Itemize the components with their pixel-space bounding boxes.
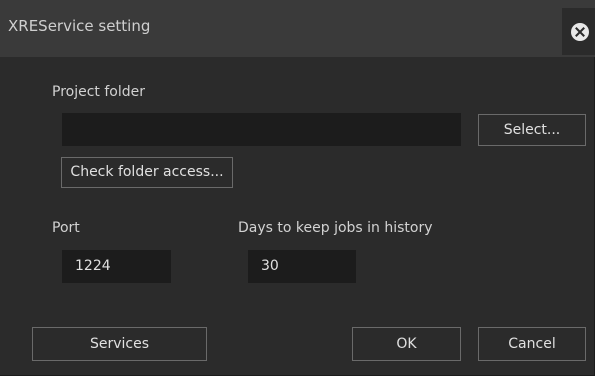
close-button[interactable]	[562, 8, 595, 55]
project-folder-input[interactable]	[62, 113, 461, 146]
close-circle-icon	[571, 23, 589, 41]
port-input[interactable]: 1224	[62, 250, 171, 283]
port-label: Port	[52, 220, 80, 236]
settings-dialog: XREService setting Project folder Select…	[0, 0, 595, 376]
select-folder-button[interactable]: Select...	[478, 114, 586, 146]
window-title: XREService setting	[8, 17, 151, 35]
cancel-button[interactable]: Cancel	[478, 327, 586, 361]
services-button[interactable]: Services	[32, 327, 207, 361]
project-folder-label: Project folder	[52, 84, 145, 100]
title-bar: XREService setting	[0, 0, 595, 57]
ok-button[interactable]: OK	[352, 327, 461, 361]
history-days-label: Days to keep jobs in history	[238, 220, 433, 236]
history-days-input[interactable]: 30	[248, 250, 356, 283]
check-folder-access-button[interactable]: Check folder access...	[61, 157, 233, 188]
